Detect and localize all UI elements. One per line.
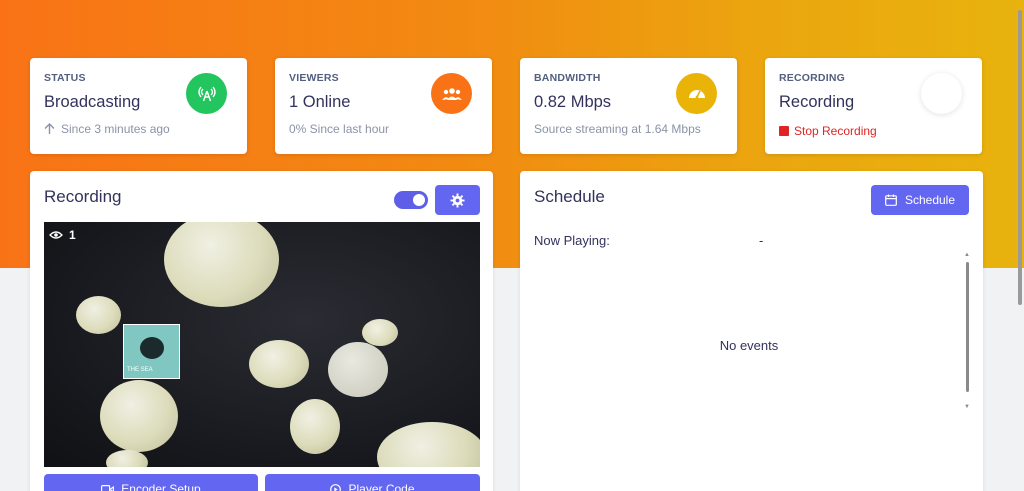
users-icon xyxy=(431,73,472,114)
stat-sub-text: Source streaming at 1.64 Mbps xyxy=(534,122,701,136)
jellyfish xyxy=(249,340,309,388)
page-scrollbar[interactable] xyxy=(1016,0,1024,491)
stat-sub: Since 3 minutes ago xyxy=(44,122,233,136)
jellyfish xyxy=(290,399,340,454)
encoder-setup-label: Encoder Setup xyxy=(121,482,201,491)
jellyfish xyxy=(164,222,279,307)
empty-state: No events xyxy=(719,338,779,353)
video-player[interactable]: 1 THE SEA xyxy=(44,222,480,467)
record-icon xyxy=(921,73,962,114)
stat-sub-text: Since 3 minutes ago xyxy=(61,122,170,136)
stop-recording-button[interactable]: Stop Recording xyxy=(779,124,968,138)
eye-icon xyxy=(49,231,63,239)
now-playing-label: Now Playing: xyxy=(534,233,610,248)
jellyfish xyxy=(328,342,388,397)
scroll-up-icon[interactable]: ▲ xyxy=(964,252,970,258)
page-scrollbar-thumb[interactable] xyxy=(1018,10,1022,305)
overlay-thumbnail: THE SEA xyxy=(123,324,180,379)
schedule-button-label: Schedule xyxy=(904,193,956,207)
stat-card-recording: RECORDING Recording Stop Recording xyxy=(765,58,982,154)
recording-toggle[interactable] xyxy=(394,191,428,209)
stat-card-viewers: VIEWERS 1 Online 0% Since last hour xyxy=(275,58,492,154)
player-code-label: Player Code xyxy=(348,482,415,491)
player-code-button[interactable]: Player Code xyxy=(265,474,480,491)
encoder-setup-button[interactable]: Encoder Setup xyxy=(44,474,258,491)
schedule-panel-title: Schedule xyxy=(534,187,605,206)
stat-card-status: STATUS Broadcasting Since 3 minutes ago xyxy=(30,58,247,154)
diver-graphic xyxy=(140,337,164,359)
recording-panel-title: Recording xyxy=(44,187,122,206)
schedule-button[interactable]: Schedule xyxy=(871,185,969,215)
jellyfish xyxy=(362,319,398,346)
viewer-count: 1 xyxy=(49,228,76,242)
jellyfish xyxy=(100,380,178,452)
recording-panel: Recording 1 THE SEA Encoder Setup Player… xyxy=(30,171,493,491)
stop-icon xyxy=(779,126,789,136)
settings-button[interactable] xyxy=(435,185,480,215)
gauge-icon xyxy=(676,73,717,114)
stop-recording-label: Stop Recording xyxy=(794,124,877,138)
viewer-count-value: 1 xyxy=(69,228,76,242)
gear-icon xyxy=(450,192,465,208)
scrollbar-thumb[interactable] xyxy=(966,262,969,392)
arrow-up-icon xyxy=(44,123,55,134)
stat-card-bandwidth: BANDWIDTH 0.82 Mbps Source streaming at … xyxy=(520,58,737,154)
toggle-knob xyxy=(413,194,425,206)
camera-icon xyxy=(101,484,115,491)
jellyfish xyxy=(76,296,121,334)
calendar-icon xyxy=(885,194,897,206)
thumbnail-label: THE SEA xyxy=(127,367,153,373)
stat-sub-text: 0% Since last hour xyxy=(289,122,390,136)
jellyfish xyxy=(377,422,480,467)
now-playing-value: - xyxy=(759,233,764,248)
jellyfish xyxy=(106,450,148,467)
play-circle-icon xyxy=(330,483,342,491)
schedule-panel: Schedule Schedule Now Playing: - No even… xyxy=(520,171,983,491)
scroll-down-icon[interactable]: ▼ xyxy=(964,404,970,410)
events-scrollbar[interactable]: ▲ ▼ xyxy=(964,252,972,412)
broadcast-icon xyxy=(186,73,227,114)
